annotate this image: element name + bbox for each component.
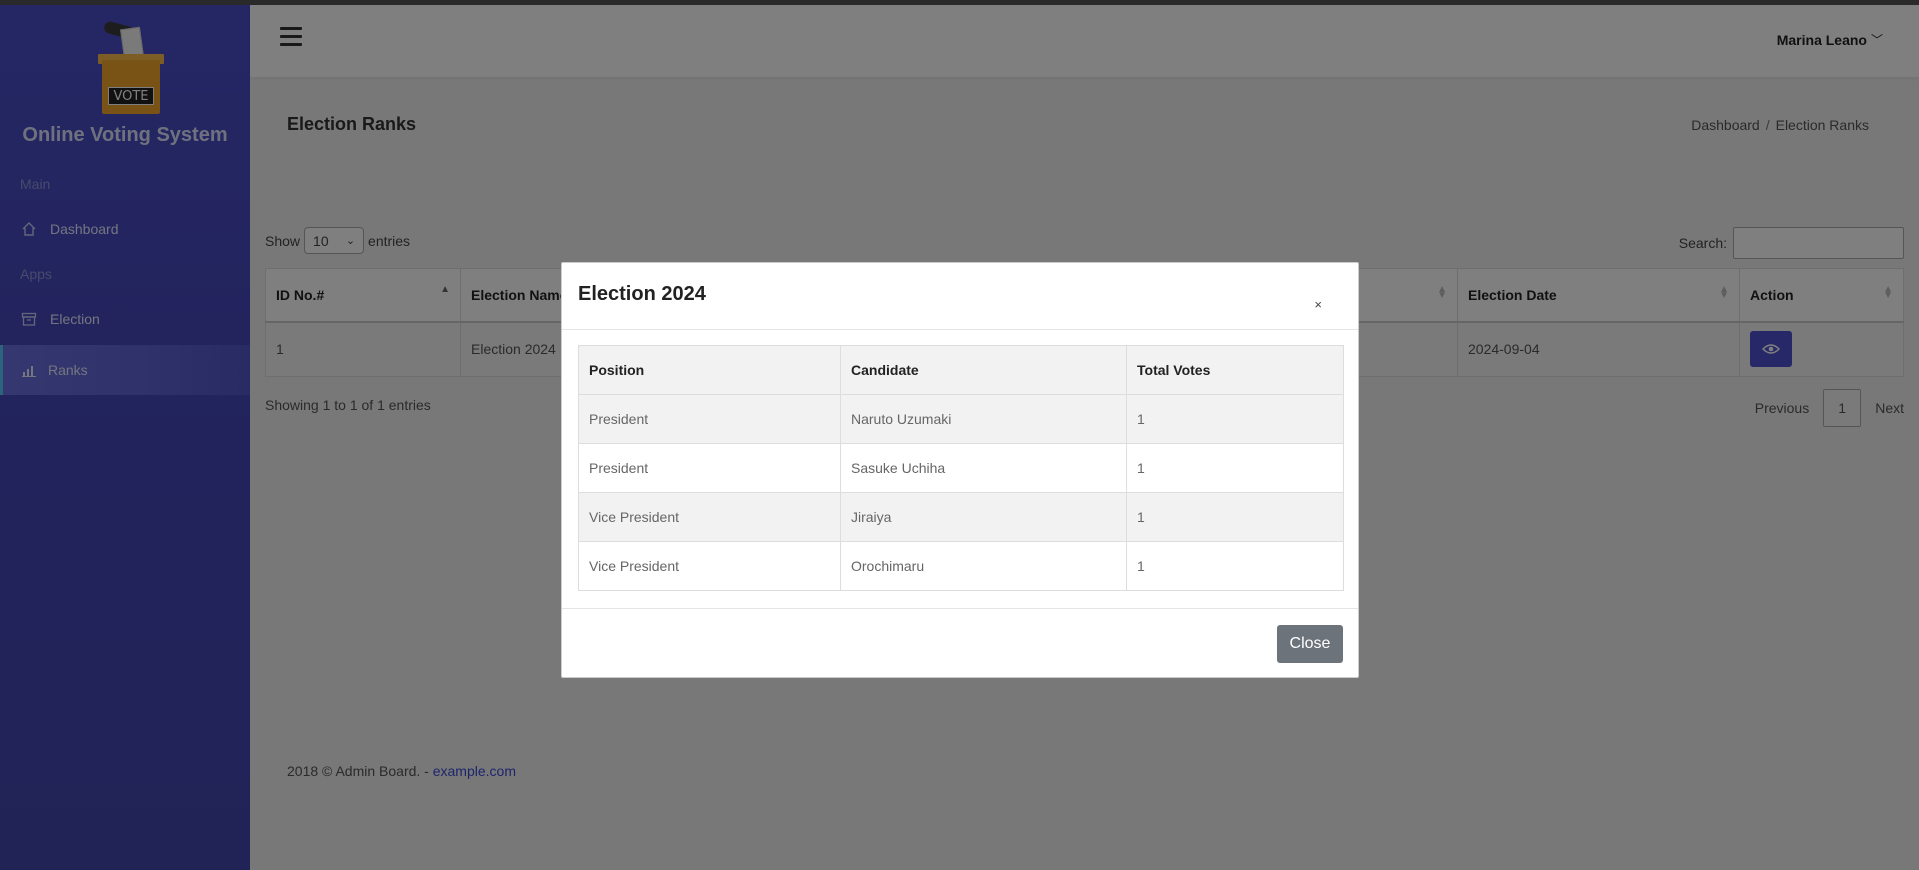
table-row: President Sasuke Uchiha 1 bbox=[578, 443, 1344, 493]
col-total-votes: Total Votes bbox=[1126, 345, 1344, 395]
cell-votes: 1 bbox=[1126, 541, 1344, 591]
modal-footer: Close bbox=[562, 608, 1358, 678]
cell-position: Vice President bbox=[578, 541, 841, 591]
table-row: Vice President Jiraiya 1 bbox=[578, 492, 1344, 542]
modal-body: Position Candidate Total Votes President… bbox=[562, 330, 1358, 606]
table-row: Vice President Orochimaru 1 bbox=[578, 541, 1344, 591]
modal-title: Election 2024 bbox=[578, 283, 706, 305]
cell-votes: 1 bbox=[1126, 443, 1344, 493]
modal-header: Election 2024 × bbox=[562, 263, 1358, 330]
close-button[interactable]: Close bbox=[1277, 625, 1343, 663]
cell-votes: 1 bbox=[1126, 492, 1344, 542]
election-results-modal: Election 2024 × Position Candidate Total… bbox=[561, 262, 1359, 678]
cell-candidate: Sasuke Uchiha bbox=[840, 443, 1127, 493]
cell-candidate: Jiraiya bbox=[840, 492, 1127, 542]
results-table: Position Candidate Total Votes President… bbox=[578, 345, 1344, 591]
table-row: President Naruto Uzumaki 1 bbox=[578, 394, 1344, 444]
cell-votes: 1 bbox=[1126, 394, 1344, 444]
cell-position: Vice President bbox=[578, 492, 841, 542]
col-position: Position bbox=[578, 345, 841, 395]
cell-candidate: Naruto Uzumaki bbox=[840, 394, 1127, 444]
col-candidate: Candidate bbox=[840, 345, 1127, 395]
close-icon[interactable]: × bbox=[1314, 297, 1322, 312]
cell-position: President bbox=[578, 394, 841, 444]
cell-candidate: Orochimaru bbox=[840, 541, 1127, 591]
cell-position: President bbox=[578, 443, 841, 493]
